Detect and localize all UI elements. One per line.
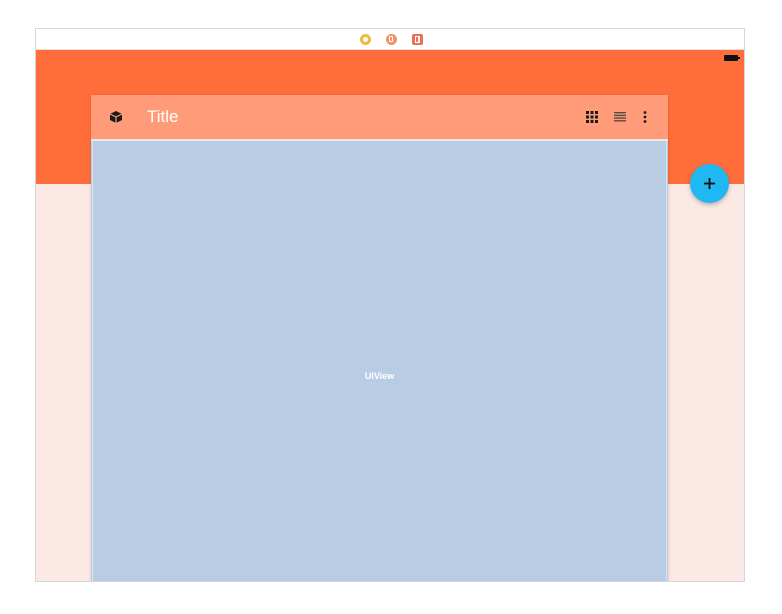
list-view-icon[interactable]	[614, 110, 626, 122]
first-responder-icon[interactable]	[386, 34, 397, 45]
storyboard-scene: Title UIView	[35, 28, 745, 582]
page-title: Title	[147, 107, 179, 126]
battery-icon	[724, 55, 740, 61]
cube-icon[interactable]	[109, 110, 123, 124]
exit-icon[interactable]	[412, 34, 423, 45]
card-toolbar: Title	[91, 95, 668, 141]
content-view: UIView	[92, 141, 667, 581]
content-card: Title UIView	[91, 95, 668, 581]
add-button[interactable]	[690, 164, 729, 203]
view-controller-icon[interactable]	[360, 34, 371, 45]
grid-view-icon[interactable]	[586, 110, 598, 123]
more-vertical-icon[interactable]	[643, 110, 655, 123]
plus-icon	[704, 178, 715, 189]
scene-dock	[36, 29, 744, 50]
view-label: UIView	[364, 371, 395, 381]
